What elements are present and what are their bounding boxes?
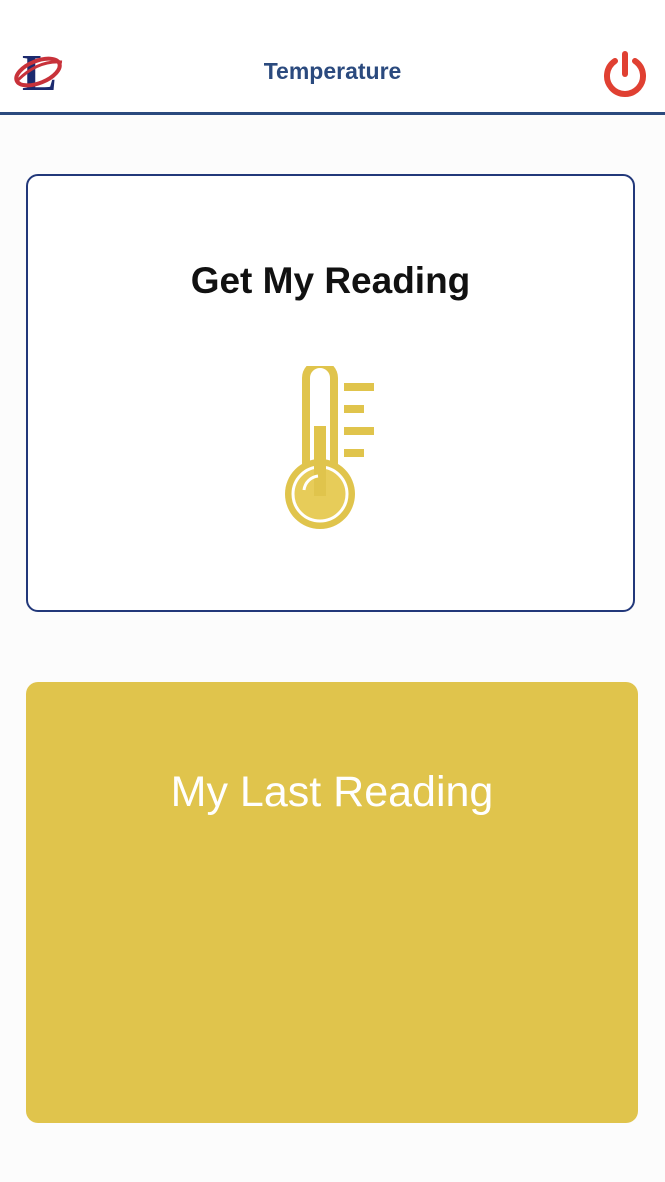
top-bar: L Temperature bbox=[0, 0, 665, 115]
power-icon[interactable] bbox=[600, 50, 650, 98]
page-title: Temperature bbox=[263, 58, 402, 84]
last-reading-label: My Last Reading bbox=[170, 768, 494, 816]
get-reading-label: Get My Reading bbox=[190, 260, 471, 301]
last-reading-card[interactable]: My Last Reading bbox=[26, 682, 638, 1123]
thermometer-icon bbox=[285, 366, 374, 529]
get-reading-button[interactable]: Get My Reading bbox=[26, 174, 635, 612]
